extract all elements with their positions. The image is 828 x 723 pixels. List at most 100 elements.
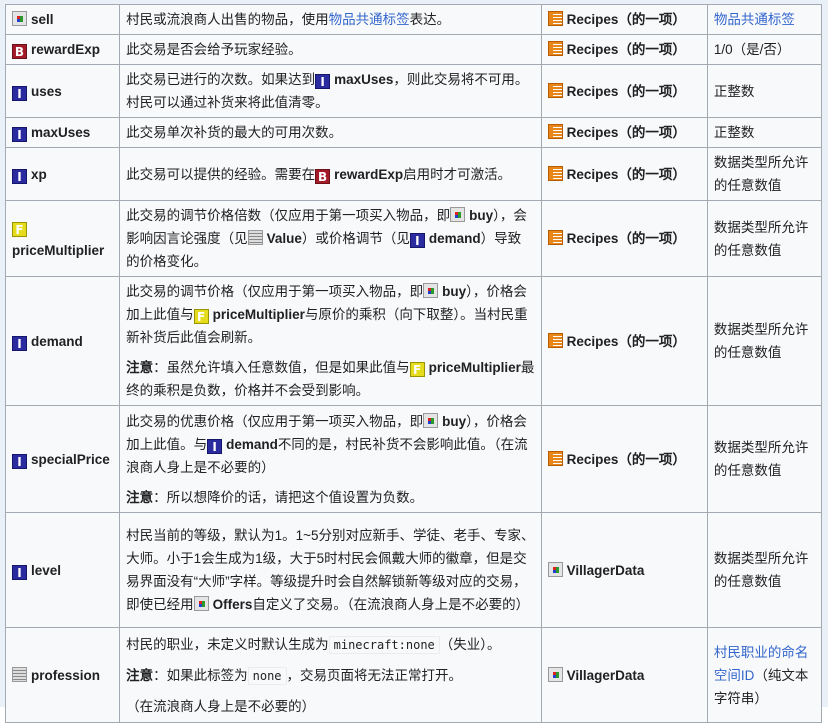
- tag-reference[interactable]: demand: [226, 437, 278, 452]
- note-label: 注意: [126, 360, 154, 375]
- table-row: Ixp 此交易可以提供的经验。需要在 BrewardExp启用时才可激活。 Recip…: [4, 147, 823, 201]
- parent-tag-name[interactable]: Recipes（的一项）: [567, 231, 686, 246]
- value-cell: 正整数: [706, 117, 823, 148]
- tag-name-cell: Idemand: [4, 276, 121, 406]
- tag-name-cell: profession: [4, 627, 121, 723]
- tag-name-cell: Iuses: [4, 64, 121, 118]
- byte-tag-icon: B: [12, 44, 27, 59]
- description-link[interactable]: 物品共通标签: [329, 12, 410, 27]
- tag-name: demand: [31, 333, 83, 349]
- description-text: ：如果此标签为: [153, 667, 248, 683]
- tag-reference[interactable]: priceMultiplier: [429, 360, 521, 375]
- description-cell: 村民当前的等级，默认为1。1~5分别对应新手、学徒、老手、专家、大师。小于1会生…: [119, 512, 542, 628]
- value-cell: 1/0（是/否）: [706, 34, 823, 65]
- value-text: 数据类型所允许的任意数值: [713, 322, 809, 360]
- description-cell: 此交易已进行的次数。如果达到 ImaxUses，则此交易将不可用。村民可以通过补货…: [119, 64, 542, 118]
- parent-tag-name[interactable]: Recipes（的一项）: [567, 84, 686, 99]
- description-paragraph: 此交易是否会给予玩家经验。: [126, 38, 535, 61]
- list-tag-icon: [547, 230, 563, 245]
- compound-tag-icon: [547, 666, 563, 682]
- int-tag-icon: I: [12, 564, 27, 580]
- table-row: IspecialPrice 此交易的优惠价格（仅应用于第一项买入物品，即 buy），…: [4, 405, 823, 513]
- parent-tag-name[interactable]: Recipes（的一项）: [567, 334, 686, 349]
- tag-reference[interactable]: Value: [267, 231, 302, 246]
- string-tag-icon: [247, 230, 263, 245]
- description-text: 此交易的调节价格倍数（仅应用于第一项买入物品，即: [126, 208, 451, 223]
- parent-tag-name[interactable]: Recipes（的一项）: [567, 167, 686, 182]
- value-cell: 数据类型所允许的任意数值: [706, 405, 823, 513]
- list-tag-icon: [547, 82, 563, 98]
- compound-tag-icon: [450, 207, 466, 222]
- int-tag-icon: I: [12, 453, 27, 469]
- compound-tag-icon: [547, 561, 563, 577]
- tag-reference[interactable]: buy: [469, 208, 493, 223]
- int-tag-icon: I: [12, 168, 27, 184]
- description-cell: 此交易的优惠价格（仅应用于第一项买入物品，即 buy），价格会加上此值。与 Idem…: [119, 405, 542, 513]
- float-tag-icon: F: [12, 221, 27, 237]
- tag-name-cell: FpriceMultiplier: [4, 200, 121, 277]
- parent-tag-name[interactable]: VillagerData: [567, 668, 645, 683]
- parent-tag-name[interactable]: Recipes（的一项）: [567, 125, 686, 140]
- table-row: Idemand 此交易的调节价格（仅应用于第一项买入物品，即 buy），价格会加上此…: [4, 276, 823, 406]
- list-tag-icon: [547, 332, 563, 348]
- tag-reference[interactable]: priceMultiplier: [213, 307, 305, 322]
- tag-reference[interactable]: Offers: [213, 597, 253, 612]
- description-paragraph: 注意：所以想降价的话，请把这个值设置为负数。: [126, 486, 535, 509]
- tag-reference[interactable]: maxUses: [334, 72, 393, 87]
- description-text: 启用时才可激活。: [403, 166, 512, 182]
- int-tag-icon: I: [207, 438, 223, 454]
- parent-tag-cell: VillagerData: [540, 627, 708, 723]
- tag-reference[interactable]: buy: [442, 284, 466, 299]
- value-cell: 数据类型所允许的任意数值: [706, 512, 823, 628]
- parent-tag-cell: VillagerData: [540, 512, 708, 628]
- description-paragraph: 此交易的优惠价格（仅应用于第一项买入物品，即 buy），价格会加上此值。与 Idem…: [126, 410, 535, 479]
- tag-name: uses: [31, 83, 62, 99]
- note-label: 注意: [126, 489, 154, 505]
- int-tag-icon: I: [12, 127, 27, 142]
- tag-reference[interactable]: rewardExp: [334, 167, 403, 182]
- tag-name: profession: [31, 667, 101, 683]
- description-text: 村民或流浪商人出售的物品，使用: [126, 12, 329, 27]
- parent-tag-cell: Recipes（的一项）: [540, 117, 708, 148]
- value-text: 1/0（是/否）: [713, 42, 791, 57]
- parent-tag-name[interactable]: Recipes（的一项）: [567, 42, 686, 57]
- description-paragraph: 村民或流浪商人出售的物品，使用物品共通标签表达。: [126, 8, 535, 31]
- description-paragraph: 此交易的调节价格倍数（仅应用于第一项买入物品，即 buy），会影响因言论强度（见 V…: [126, 204, 535, 273]
- value-cell: 数据类型所允许的任意数值: [706, 276, 823, 406]
- tag-name: rewardExp: [31, 42, 101, 57]
- description-paragraph: （在流浪商人身上是不必要的）: [126, 695, 535, 718]
- tag-name: priceMultiplier: [12, 242, 105, 258]
- parent-tag-name[interactable]: VillagerData: [567, 563, 645, 578]
- description-cell: 此交易可以提供的经验。需要在 BrewardExp启用时才可激活。: [119, 147, 542, 201]
- value-text: 数据类型所允许的任意数值: [713, 219, 809, 258]
- int-tag-icon: I: [315, 74, 331, 89]
- description-text: 此交易已进行的次数。如果达到: [126, 72, 316, 87]
- tag-name-cell: BrewardExp: [4, 34, 121, 65]
- tag-reference[interactable]: demand: [429, 231, 481, 246]
- description-text: （在流浪商人身上是不必要的）: [126, 698, 316, 714]
- villager-trade-nbt-table: sell 村民或流浪商人出售的物品，使用物品共通标签表达。 Recipes（的一项）…: [4, 4, 823, 723]
- page-background: sell 村民或流浪商人出售的物品，使用物品共通标签表达。 Recipes（的一项）…: [0, 0, 828, 723]
- parent-tag-name[interactable]: Recipes（的一项）: [567, 12, 686, 27]
- compound-tag-icon: [12, 11, 27, 26]
- description-text: （失业）。: [439, 636, 501, 652]
- parent-tag-name[interactable]: Recipes（的一项）: [567, 452, 686, 467]
- tag-reference[interactable]: buy: [442, 414, 466, 429]
- compound-tag-icon: [423, 412, 439, 428]
- value-link[interactable]: 物品共通标签: [714, 12, 795, 27]
- tag-name: xp: [31, 166, 47, 182]
- description-cell: 此交易是否会给予玩家经验。: [119, 34, 542, 65]
- description-cell: 此交易的调节价格倍数（仅应用于第一项买入物品，即 buy），会影响因言论强度（见 V…: [119, 200, 542, 277]
- description-cell: 此交易单次补货的最大的可用次数。: [119, 117, 542, 148]
- table-row: Ilevel 村民当前的等级，默认为1。1~5分别对应新手、学徒、老手、专家、大师…: [4, 512, 823, 628]
- description-cell: 此交易的调节价格（仅应用于第一项买入物品，即 buy），价格会加上此值与 Fpric…: [119, 276, 542, 406]
- string-tag-icon: [12, 666, 27, 682]
- int-tag-icon: I: [12, 335, 27, 351]
- list-tag-icon: [547, 165, 563, 181]
- compound-tag-icon: [193, 596, 209, 611]
- value-cell: 物品共通标签: [706, 4, 823, 35]
- tag-name-cell: sell: [4, 4, 121, 35]
- float-tag-icon: F: [409, 362, 425, 377]
- list-tag-icon: [547, 11, 563, 26]
- tag-name: level: [31, 562, 62, 578]
